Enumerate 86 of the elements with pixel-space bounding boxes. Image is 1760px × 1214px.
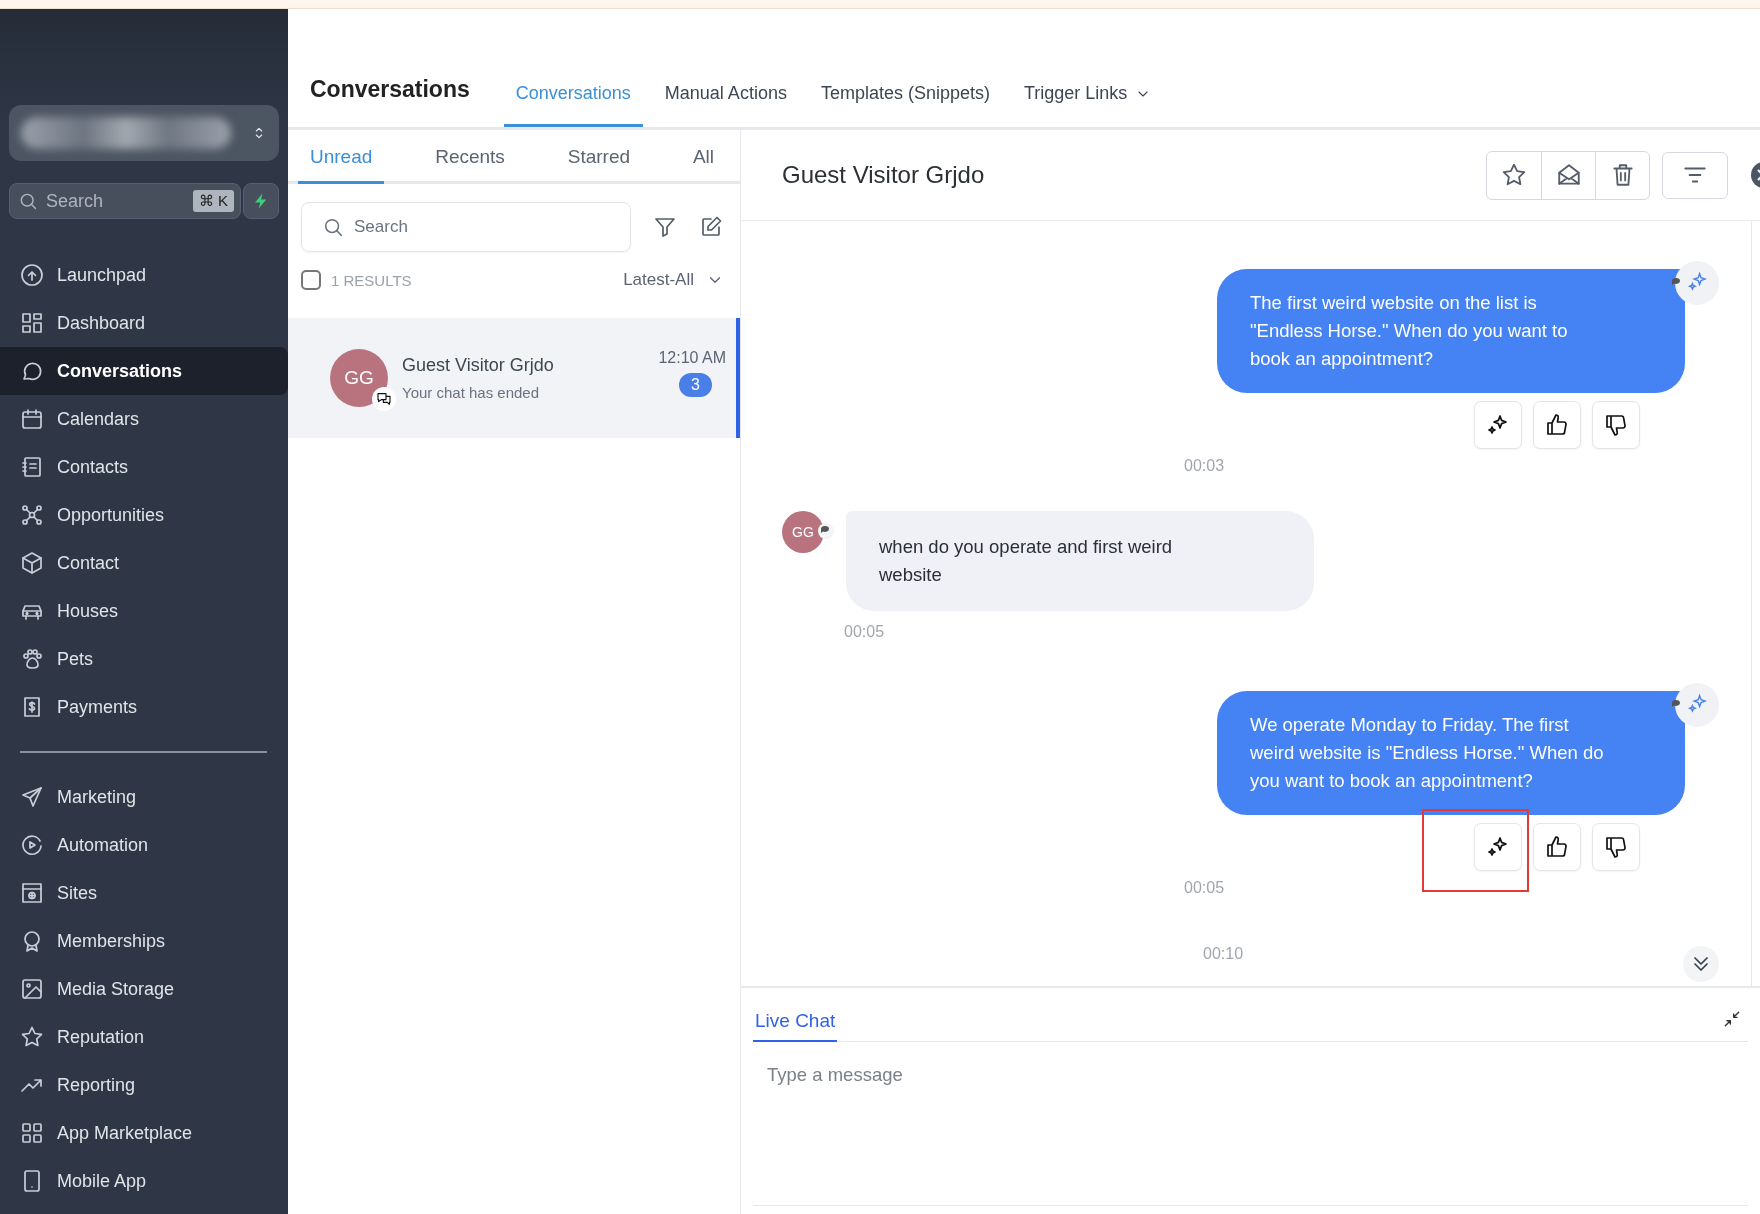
conversation-item[interactable]: GG Guest Visitor Grjdo Your chat has ended 12:10 AM 3 <box>288 318 740 438</box>
message-time: 00:10 <box>1203 945 1244 963</box>
message-time: 00:03 <box>1184 457 1225 475</box>
results-count: 1 RESULTS <box>331 271 413 289</box>
thumbs-up-button[interactable] <box>1533 823 1581 871</box>
chat-icon <box>818 523 834 539</box>
nav-item[interactable]: Reputation <box>0 1013 288 1061</box>
avatar: GG <box>782 511 824 553</box>
incoming-message: when do you operate and first weird website <box>846 511 1314 611</box>
nav-item[interactable]: App Marketplace <box>0 1109 288 1157</box>
nav-item[interactable]: Reporting <box>0 1061 288 1109</box>
checkbox[interactable] <box>301 270 321 290</box>
message-preview: Your chat has ended <box>402 384 541 401</box>
send-icon <box>20 785 44 809</box>
sort-dropdown[interactable]: Latest-All <box>623 270 724 290</box>
nav-item[interactable]: Automation <box>0 821 288 869</box>
edit-icon[interactable] <box>699 215 723 239</box>
browser-icon <box>20 881 44 905</box>
nav-item[interactable]: Contacts <box>0 443 288 491</box>
filter-icon[interactable] <box>653 215 677 239</box>
upload-circle-icon <box>20 263 44 287</box>
avatar: GG <box>330 349 388 407</box>
thumbs-up-icon <box>1545 413 1569 437</box>
nav-item[interactable]: Opportunities <box>0 491 288 539</box>
ai-suggest-button[interactable] <box>1474 401 1522 449</box>
search-icon <box>322 216 344 238</box>
outgoing-message: We operate Monday to Friday. The first weird website is "Endless Horse." When do you want to book an appointment? <box>1217 691 1685 815</box>
play-circle-icon <box>20 833 44 857</box>
nav-item[interactable]: Media Storage <box>0 965 288 1013</box>
nav-item[interactable]: Conversations <box>0 347 288 395</box>
shortcut-key: ⌘ K <box>192 190 234 212</box>
nav-item[interactable]: Dashboard <box>0 299 288 347</box>
thumbs-up-icon <box>1545 835 1569 859</box>
nav-item[interactable]: Memberships <box>0 917 288 965</box>
address-book-icon <box>20 455 44 479</box>
unread-count: 3 <box>679 373 712 397</box>
tab[interactable]: All <box>680 146 726 184</box>
contact-name: Guest Visitor Grjdo <box>402 355 555 376</box>
conversation-title: Guest Visitor Grjdo <box>782 161 986 189</box>
message-time: 00:05 <box>844 623 886 641</box>
nav-item[interactable]: Houses <box>0 587 288 635</box>
sparkle-icon <box>1486 835 1510 859</box>
paw-icon <box>20 647 44 671</box>
tab[interactable]: Starred <box>555 146 643 184</box>
nav-item[interactable]: Mobile App <box>0 1157 288 1205</box>
timestamp: 12:10 AM <box>658 349 726 367</box>
thumbs-down-button[interactable] <box>1592 823 1640 871</box>
tab[interactable]: Manual Actions <box>652 83 799 127</box>
outgoing-message: The first weird website on the list is "Endless Horse." When do you want to book an appointment? <box>1217 269 1685 393</box>
star-icon <box>1501 162 1527 188</box>
scroll-down-button[interactable] <box>1683 946 1719 982</box>
collapse-icon[interactable] <box>1722 1009 1742 1029</box>
nav-item[interactable]: Payments <box>0 683 288 731</box>
image-icon <box>20 977 44 1001</box>
nav-item[interactable]: Launchpad <box>0 251 288 299</box>
thumbs-down-icon <box>1604 835 1628 859</box>
ai-agent-icon <box>1671 681 1719 729</box>
account-switcher[interactable] <box>9 105 279 161</box>
nav-item[interactable]: Contact <box>0 539 288 587</box>
envelope-icon <box>1555 162 1582 188</box>
nav-item[interactable]: Marketing <box>0 773 288 821</box>
sparkle-icon <box>1486 413 1510 437</box>
dashboard-icon <box>20 311 44 335</box>
message-time: 00:05 <box>1184 879 1225 897</box>
quick-action-button[interactable] <box>243 183 279 219</box>
tab[interactable]: Trigger Links <box>1012 83 1164 127</box>
box-icon <box>20 551 44 575</box>
grid-icon <box>20 1121 44 1145</box>
search-field[interactable]: Search ⌘ K <box>9 183 241 219</box>
ai-suggest-button[interactable] <box>1474 823 1522 871</box>
nav-item[interactable]: Sites <box>0 869 288 917</box>
nav-item[interactable]: Calendars <box>0 395 288 443</box>
search-icon <box>18 191 38 211</box>
page-title: Conversations <box>310 76 470 103</box>
thumbs-up-button[interactable] <box>1533 401 1581 449</box>
tab[interactable]: Templates (Snippets) <box>808 83 1002 127</box>
calendar-icon <box>20 407 44 431</box>
thumbs-down-button[interactable] <box>1592 401 1640 449</box>
search-field[interactable]: Search <box>301 202 631 252</box>
nav-item[interactable]: Pets <box>0 635 288 683</box>
chat-icon <box>376 391 392 407</box>
network-icon <box>20 503 44 527</box>
ai-agent-icon <box>1671 259 1719 307</box>
star-icon <box>20 1025 44 1049</box>
tab[interactable]: Recents <box>423 146 517 184</box>
thumbs-down-icon <box>1604 413 1628 437</box>
